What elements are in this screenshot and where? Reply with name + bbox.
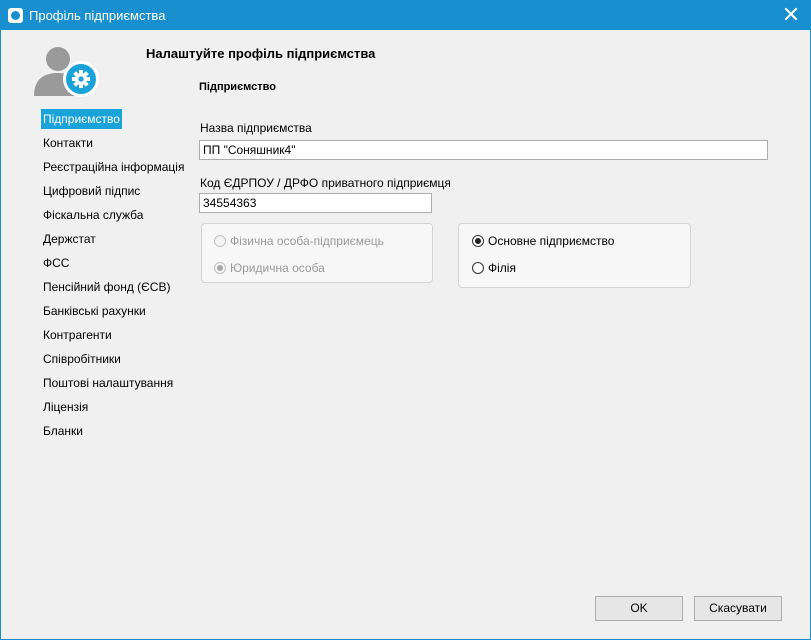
enterprise-name-input[interactable] [199, 140, 768, 160]
nav-item-label: Реєстраційна інформація [43, 160, 185, 174]
radio-button [472, 235, 484, 247]
enterprise-code-input[interactable] [199, 193, 432, 213]
radio-label: Юридична особа [230, 261, 325, 275]
radio-button [214, 262, 226, 274]
enterprise-code-label: Код ЄДРПОУ / ДРФО приватного підприємця [200, 176, 451, 190]
user-settings-icon [34, 47, 99, 97]
nav-item-label: Банківські рахунки [43, 304, 146, 318]
nav-item-label: Поштові налаштування [43, 376, 174, 390]
nav-item-fss[interactable]: ФСС [39, 251, 179, 275]
radio-button [214, 235, 226, 247]
enterprise-name-label: Назва підприємства [200, 121, 312, 135]
nav-item-license[interactable]: Ліцензія [39, 395, 179, 419]
nav-item-label: Контрагенти [43, 328, 112, 342]
nav-item-digital-signature[interactable]: Цифровий підпис [39, 179, 179, 203]
radio-label: Філія [488, 261, 516, 275]
section-title: Підприємство [199, 81, 276, 93]
ok-button[interactable]: OK [595, 596, 683, 621]
nav-item-mail-settings[interactable]: Поштові налаштування [39, 371, 179, 395]
sidebar-nav: Підприємство Контакти Реєстраційна інфор… [39, 107, 184, 443]
nav-item-label: Держстат [43, 232, 96, 246]
nav-item-label: Бланки [43, 424, 83, 438]
nav-item-derzhstat[interactable]: Держстат [39, 227, 179, 251]
nav-item-label: Ліцензія [43, 400, 89, 414]
radio-label: Основне підприємство [488, 234, 615, 248]
nav-item-bank-accounts[interactable]: Банківські рахунки [39, 299, 179, 323]
nav-item-enterprise[interactable]: Підприємство [39, 107, 179, 131]
nav-item-pension-fund[interactable]: Пенсійний фонд (ЄСВ) [39, 275, 179, 299]
nav-item-label: Пенсійний фонд (ЄСВ) [43, 280, 171, 294]
nav-item-label: Співробітники [43, 352, 121, 366]
nav-item-label: Цифровий підпис [43, 184, 141, 198]
nav-item-label: Фіскальна служба [43, 208, 144, 222]
dialog-heading: Налаштуйте профіль підприємства [146, 46, 376, 61]
app-logo-icon [8, 8, 23, 23]
nav-item-registration[interactable]: Реєстраційна інформація [39, 155, 184, 179]
radio-label: Фізична особа-підприємець [230, 234, 384, 248]
nav-item-counterparties[interactable]: Контрагенти [39, 323, 179, 347]
nav-item-label: Контакти [43, 136, 93, 150]
org-type-group: Основне підприємство Філія [458, 223, 691, 288]
close-button[interactable] [783, 6, 799, 22]
nav-item-forms[interactable]: Бланки [39, 419, 179, 443]
nav-item-label: Підприємство [41, 109, 122, 129]
dialog-body: Налаштуйте профіль підприємства Підприєм… [0, 30, 811, 640]
person-type-group: Фізична особа-підприємець Юридична особа [201, 223, 433, 283]
title-bar: Профіль підприємства [0, 0, 811, 30]
window-title: Профіль підприємства [29, 8, 166, 23]
nav-item-contacts[interactable]: Контакти [39, 131, 179, 155]
nav-item-fiscal-service[interactable]: Фіскальна служба [39, 203, 179, 227]
radio-button [472, 262, 484, 274]
nav-item-label: ФСС [43, 256, 70, 270]
close-icon [784, 7, 798, 21]
cancel-button[interactable]: Скасувати [694, 596, 782, 621]
nav-item-employees[interactable]: Співробітники [39, 347, 179, 371]
